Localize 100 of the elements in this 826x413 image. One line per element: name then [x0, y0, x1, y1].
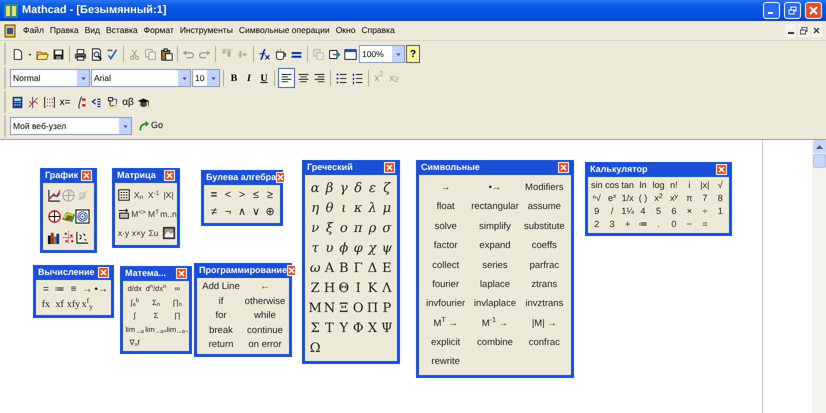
document-close-button[interactable]	[811, 24, 822, 37]
matrix-icon[interactable]	[43, 96, 56, 108]
palette-button[interactable]: ε	[369, 182, 376, 194]
palette-button[interactable]: if	[218, 296, 224, 306]
palette-close-button[interactable]	[716, 164, 727, 175]
palette-button[interactable]: ω	[310, 262, 320, 274]
menu-item[interactable]: Окно	[336, 24, 356, 37]
palette-button[interactable]: ψ	[382, 242, 392, 254]
palette-button[interactable]: Ε	[382, 262, 392, 274]
palette-button[interactable]: assume	[528, 202, 561, 212]
polar-plot-icon[interactable]	[46, 209, 62, 224]
palette-button[interactable]: φ	[354, 242, 363, 254]
palette-button[interactable]: fourier	[432, 280, 460, 290]
address-dropdown[interactable]: Мой веб-узел	[10, 117, 132, 135]
palette-button[interactable]: M$^{T}$ →	[433, 318, 458, 328]
palette-button[interactable]: 4	[640, 207, 646, 216]
palette-button[interactable]: ν	[311, 222, 320, 234]
palette-button[interactable]: Σu	[148, 228, 158, 238]
palette-button[interactable]: θ	[326, 202, 334, 214]
palette-button[interactable]: χ	[368, 242, 376, 254]
italic-button[interactable]: I	[242, 69, 256, 87]
palette-button[interactable]: ( )	[638, 194, 648, 203]
font-size-dropdown[interactable]: 10	[192, 69, 220, 87]
palette-button[interactable]: on error	[248, 340, 282, 350]
palette-button[interactable]: fx	[42, 300, 50, 310]
palette-button[interactable]: Modifiers	[525, 182, 564, 192]
palette-button[interactable]: λ	[368, 202, 377, 214]
document-minimize-button[interactable]	[785, 24, 796, 37]
palette-close-button[interactable]	[384, 162, 395, 173]
palette-button[interactable]: explicit	[431, 338, 460, 348]
palette-button[interactable]: rectangular	[471, 202, 519, 212]
palette-button[interactable]: invlaplace	[474, 299, 516, 309]
palette-button[interactable]: .	[657, 220, 660, 229]
font-dropdown[interactable]: Arial	[91, 69, 191, 87]
palette-button[interactable]: 2	[594, 220, 600, 229]
zoom-dropdown[interactable]: 100%	[359, 45, 405, 63]
palette-button[interactable]: /	[610, 207, 614, 216]
menu-item[interactable]: Формат	[144, 24, 174, 37]
go-button[interactable]: Go	[138, 119, 164, 133]
palette-button[interactable]: m..n	[160, 210, 177, 218]
palette-button[interactable]: n!	[670, 181, 678, 190]
palette-button[interactable]: e$^{x}$	[608, 194, 616, 203]
palette-button[interactable]: M$^{-1}$ →	[482, 318, 508, 328]
palette-button[interactable]: Τ	[325, 322, 334, 334]
palette-button[interactable]: X$^{-1}$	[148, 190, 160, 200]
palette-button[interactable]: solve	[434, 222, 457, 232]
palette-button[interactable]: Ψ	[381, 322, 393, 334]
palette-button[interactable]: Λ	[382, 282, 392, 294]
cup-icon[interactable]	[274, 48, 287, 60]
palette-close-button[interactable]	[176, 268, 187, 279]
underline-button[interactable]: U	[257, 69, 271, 87]
palette-button[interactable]: Κ	[368, 282, 378, 294]
palette-button[interactable]: continue	[247, 326, 283, 335]
bar-chart-icon[interactable]	[46, 230, 62, 245]
clipboard-icon[interactable]	[160, 48, 173, 60]
palette-button[interactable]: •→	[94, 285, 108, 295]
palette-button[interactable]: Η	[324, 282, 336, 294]
palette-button[interactable]: i	[688, 181, 690, 190]
palette-button[interactable]: X$_{n}$	[134, 190, 144, 200]
palette-button[interactable]: 3	[610, 220, 615, 229]
palette-button[interactable]: Ξ	[339, 302, 348, 314]
numbered-list-icon[interactable]	[351, 72, 364, 84]
vector-field-icon[interactable]	[75, 230, 90, 245]
palette-button[interactable]: π	[686, 194, 692, 203]
palette-button[interactable]: →	[82, 285, 92, 295]
palette-button[interactable]: υ	[326, 242, 334, 254]
graduation-cap-icon[interactable]	[137, 96, 150, 108]
palette-button[interactable]: μ	[382, 202, 392, 214]
palette-button[interactable]: ≡	[70, 285, 76, 295]
palette-button[interactable]: ¬	[224, 207, 232, 218]
palette-button[interactable]: Δ	[368, 262, 378, 274]
palette-button[interactable]: Θ	[338, 282, 350, 294]
palette-button[interactable]: ο	[340, 222, 348, 234]
vectorize-icon[interactable]	[116, 207, 130, 221]
palette-button[interactable]: factor	[434, 241, 458, 251]
palette-button[interactable]: M$^{T}$	[148, 210, 159, 218]
menu-item[interactable]: Вставка	[106, 24, 138, 37]
palette-button[interactable]: for	[215, 311, 227, 320]
style-dropdown[interactable]: Normal	[10, 69, 90, 87]
function-icon[interactable]	[258, 48, 271, 60]
palette-button[interactable]: τ	[312, 242, 319, 254]
scrollbar[interactable]	[812, 140, 826, 413]
palette-button[interactable]: ρ	[368, 222, 376, 234]
palette-button[interactable]: ln	[640, 181, 647, 190]
palette-close-button[interactable]	[286, 265, 296, 276]
surface-plot-icon[interactable]	[61, 209, 76, 224]
palette-button[interactable]: x×y	[132, 228, 146, 238]
palette-button[interactable]: simplify	[479, 222, 511, 232]
menu-item[interactable]: Вид	[84, 24, 100, 37]
palette-button[interactable]: δ	[354, 182, 362, 194]
palette-button[interactable]: ≠	[210, 207, 218, 218]
align-right-icon[interactable]	[313, 72, 326, 84]
palette-button[interactable]: κ	[354, 202, 362, 214]
palette-button[interactable]: cos	[605, 181, 620, 190]
picture-icon[interactable]	[162, 226, 176, 240]
palette-button[interactable]: ∨	[252, 207, 260, 218]
palette-button[interactable]: β	[326, 182, 334, 194]
palette-button[interactable]: ztrans	[531, 280, 558, 290]
evaluation-button[interactable]: x=	[58, 93, 72, 111]
palette-button[interactable]: xfy	[66, 300, 80, 310]
